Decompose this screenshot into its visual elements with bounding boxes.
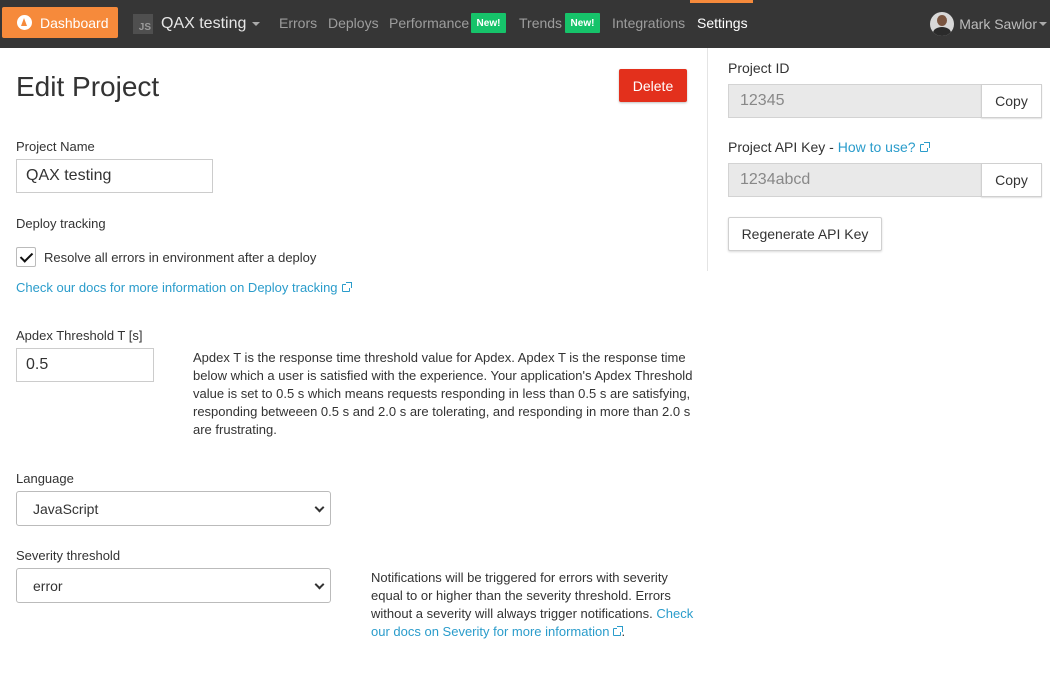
project-id-field[interactable]: 12345 bbox=[728, 84, 982, 118]
severity-description: Notifications will be triggered for erro… bbox=[371, 570, 694, 639]
apdex-description: Apdex T is the response time threshold v… bbox=[193, 350, 693, 437]
javascript-icon: JS bbox=[133, 14, 153, 34]
apdex-label: Apdex Threshold T [s] bbox=[16, 328, 143, 343]
project-name-input[interactable]: QAX testing bbox=[16, 159, 213, 193]
external-link-icon bbox=[919, 142, 930, 152]
how-to-use-link[interactable]: How to use? bbox=[838, 139, 916, 155]
copy-project-id-button[interactable]: Copy bbox=[981, 84, 1042, 118]
chevron-down-icon bbox=[252, 22, 261, 26]
resolve-errors-label: Resolve all errors in environment after … bbox=[44, 250, 317, 265]
top-navbar: Dashboard JS QAX testing Errors Deploys … bbox=[0, 0, 1050, 48]
delete-button[interactable]: Delete bbox=[619, 69, 687, 102]
user-menu[interactable]: Mark Sawlor bbox=[930, 12, 1047, 36]
chevron-down-icon bbox=[1039, 22, 1047, 26]
project-switcher[interactable]: JS QAX testing bbox=[133, 13, 261, 35]
project-id-label: Project ID bbox=[728, 60, 790, 76]
language-select[interactable]: JavaScript bbox=[16, 491, 331, 526]
api-key-label: Project API Key - How to use? bbox=[728, 139, 930, 155]
deploy-docs-link[interactable]: Check our docs for more information on D… bbox=[16, 280, 352, 295]
chevron-down-icon bbox=[314, 502, 325, 513]
new-badge-performance: New! bbox=[471, 13, 506, 33]
copy-api-key-button[interactable]: Copy bbox=[981, 163, 1042, 197]
dashboard-button[interactable]: Dashboard bbox=[2, 7, 118, 38]
project-name-label: Project Name bbox=[16, 139, 95, 154]
active-tab-indicator bbox=[690, 0, 753, 3]
resolve-errors-checkbox[interactable] bbox=[16, 247, 36, 267]
app-logo-icon bbox=[17, 15, 32, 30]
deploy-tracking-label: Deploy tracking bbox=[16, 216, 106, 231]
severity-selected-value: error bbox=[33, 577, 63, 594]
nav-performance[interactable]: Performance bbox=[389, 15, 469, 31]
user-name: Mark Sawlor bbox=[959, 16, 1037, 32]
page-title: Edit Project bbox=[16, 71, 160, 102]
nav-deploys[interactable]: Deploys bbox=[328, 15, 379, 31]
panel-divider bbox=[707, 48, 708, 271]
nav-trends[interactable]: Trends bbox=[519, 15, 562, 31]
severity-select[interactable]: error bbox=[16, 568, 331, 603]
regenerate-api-key-button[interactable]: Regenerate API Key bbox=[728, 217, 882, 251]
language-selected-value: JavaScript bbox=[33, 500, 99, 517]
nav-settings[interactable]: Settings bbox=[697, 15, 748, 31]
language-label: Language bbox=[16, 471, 74, 486]
dashboard-label: Dashboard bbox=[40, 14, 109, 31]
external-link-icon bbox=[341, 282, 352, 292]
chevron-down-icon bbox=[314, 579, 325, 590]
new-badge-trends: New! bbox=[565, 13, 600, 33]
external-link-icon bbox=[613, 626, 624, 636]
apdex-input[interactable]: 0.5 bbox=[16, 348, 154, 382]
api-key-field[interactable]: 1234abcd bbox=[728, 163, 982, 197]
nav-errors[interactable]: Errors bbox=[279, 15, 317, 31]
nav-integrations[interactable]: Integrations bbox=[612, 15, 685, 31]
avatar bbox=[930, 12, 955, 36]
project-switcher-name: QAX testing bbox=[161, 15, 247, 32]
severity-label: Severity threshold bbox=[16, 548, 121, 563]
